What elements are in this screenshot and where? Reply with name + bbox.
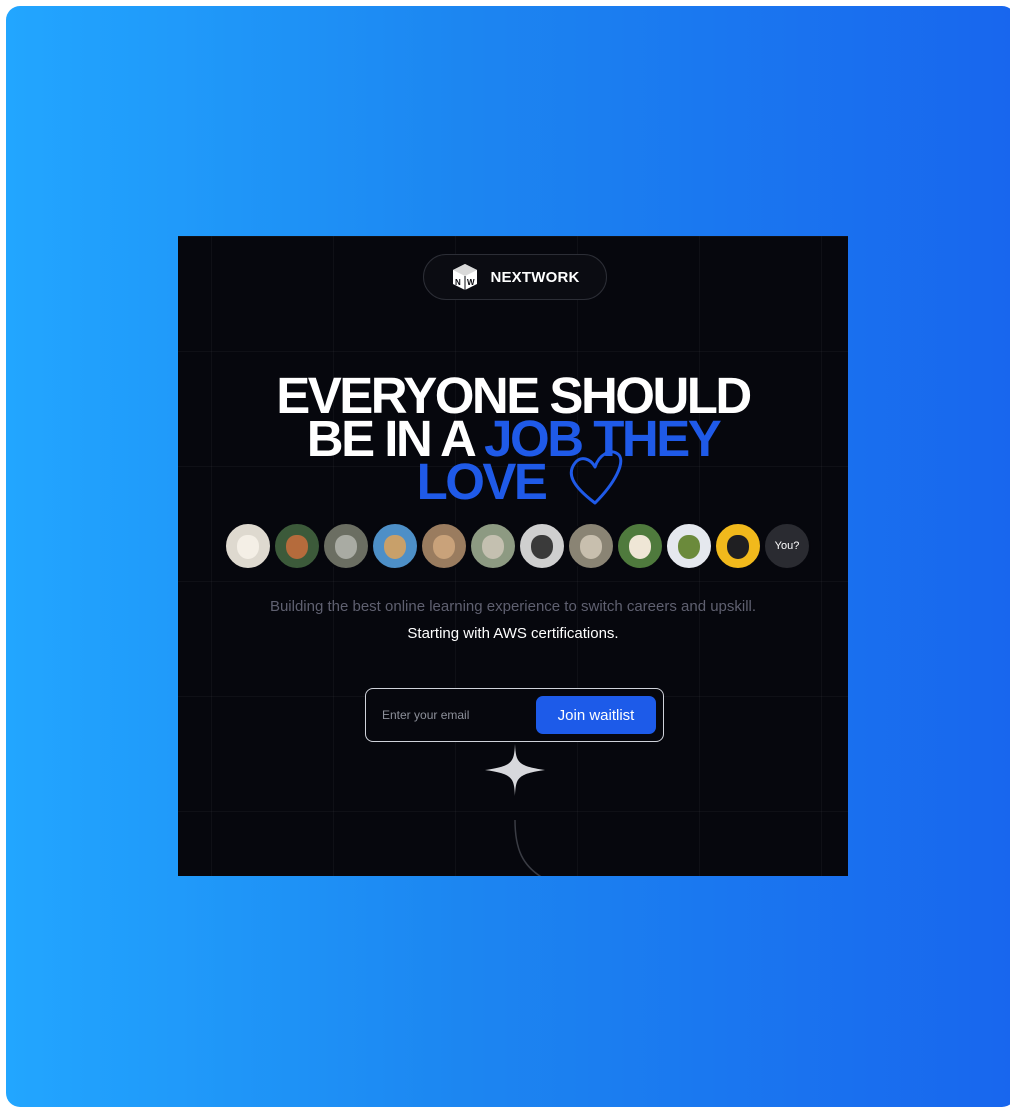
avatar-subject xyxy=(335,534,357,559)
hero-headline: EVERYONE SHOULD BE IN A JOB THEY LOVE xyxy=(178,370,848,510)
seal-avatar xyxy=(567,522,615,570)
koala-avatar xyxy=(322,522,370,570)
join-waitlist-button[interactable]: Join waitlist xyxy=(536,696,656,734)
pineapple-avatar xyxy=(665,522,713,570)
avatar-subject xyxy=(629,534,651,559)
cat-avatar xyxy=(420,522,468,570)
you-avatar: You? xyxy=(763,522,811,570)
headline-line-3: LOVE xyxy=(416,453,548,510)
subtitle-line-2: Starting with AWS certifications. xyxy=(407,625,619,642)
avatar-subject xyxy=(727,534,749,559)
avatar-subject xyxy=(580,534,602,559)
pekingese-dog-avatar xyxy=(224,522,272,570)
email-input[interactable] xyxy=(374,699,550,731)
squirrel-avatar xyxy=(273,522,321,570)
black-pug-avatar xyxy=(714,522,762,570)
avatar-subject xyxy=(433,534,455,559)
nextwork-cube-logo-icon: N W xyxy=(453,264,478,290)
waitlist-form: Join waitlist xyxy=(365,688,664,742)
sparkle-star-icon xyxy=(485,744,545,876)
pug-avatar xyxy=(518,522,566,570)
avatar-subject xyxy=(237,534,259,559)
heart-outline-icon xyxy=(569,450,623,505)
brand-name: NEXTWORK xyxy=(490,268,580,286)
svg-text:N: N xyxy=(455,278,461,287)
avatar-subject xyxy=(482,534,504,559)
giraffe-avatar xyxy=(371,522,419,570)
svg-text:W: W xyxy=(467,278,475,287)
alpaca-avatar xyxy=(616,522,664,570)
avatar-subject xyxy=(531,534,553,559)
subtitle-line-1: Building the best online learning experi… xyxy=(269,598,757,615)
hero-card: N W NEXTWORK EVERYONE SHOULD BE IN A JOB… xyxy=(178,236,848,876)
avatar-subject xyxy=(286,534,308,559)
owl-statue-avatar xyxy=(469,522,517,570)
avatar-subject xyxy=(678,534,700,559)
brand-pill[interactable]: N W NEXTWORK xyxy=(423,254,607,300)
avatar-row: You? xyxy=(224,522,811,570)
avatar-subject xyxy=(384,534,406,559)
